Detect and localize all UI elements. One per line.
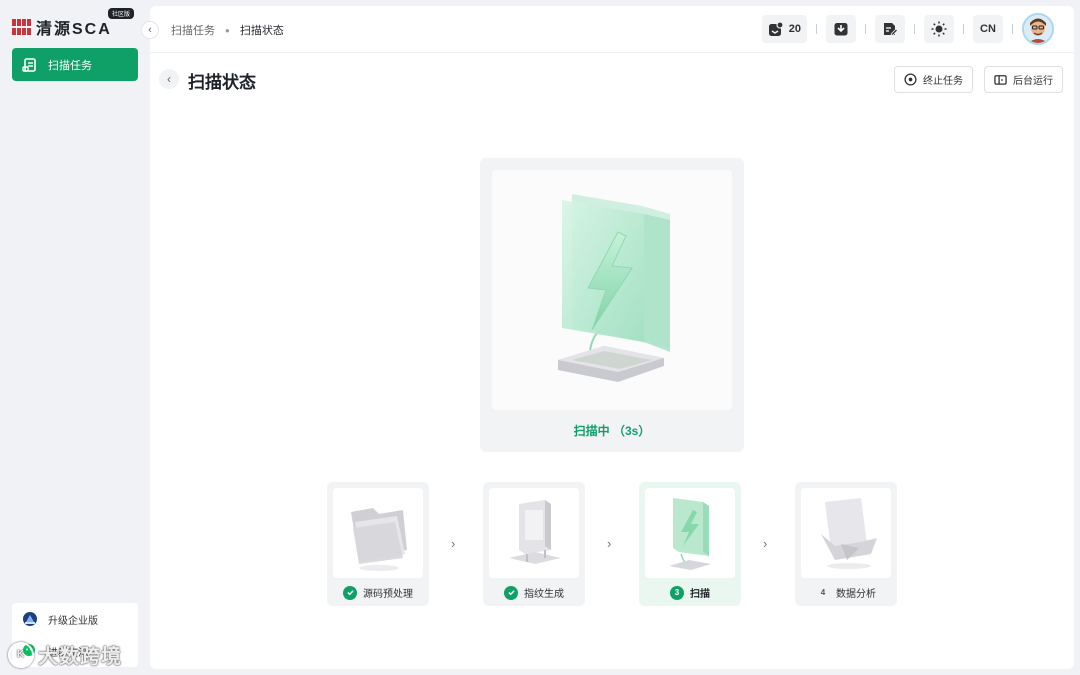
language-switch-button[interactable]: CN [973,15,1003,43]
stop-task-label: 终止任务 [923,76,963,87]
brand-logo[interactable]: 清源SCA 社区版 [12,8,135,40]
run-in-background-label: 后台运行 [1013,76,1053,87]
main-panel: 扫描任务 ● 扫描状态 20 CN ‹ 扫描状态 终止任务 后台运行 扫描中 （… [150,6,1074,669]
scan-lightning-icon [558,194,670,382]
toolbar-divider [816,24,817,34]
theme-toggle-button[interactable] [924,15,954,43]
chevron-left-icon: ‹ [167,72,171,86]
step-label: 3 扫描 [639,585,741,600]
notifications-button[interactable]: 20 [761,15,807,43]
step-illustration [801,488,891,578]
breadcrumb-item-current: 扫描状态 [239,25,284,37]
background-run-icon [994,75,1007,85]
breadcrumb-separator-icon: ● [225,25,230,35]
step-data-analysis: 4 数据分析 [795,482,897,606]
toolbar-divider [914,24,915,34]
watermark-text: 大数跨境 [38,646,122,668]
user-avatar[interactable] [1022,13,1054,45]
step-label-text: 扫描 [690,589,710,600]
stop-task-button[interactable]: 终止任务 [894,66,973,93]
upgrade-enterprise-link[interactable]: 升级企业版 [12,603,138,635]
step-source-preprocess: 源码预处理 [327,482,429,606]
edition-badge: 社区版 [108,8,135,19]
scan-status-card: 扫描中 （3s） [480,158,744,452]
chevron-right-icon: › [451,536,456,551]
watermark-logo-icon: K [8,641,34,668]
scanning-illustration [492,170,732,410]
avatar-face-icon [1024,15,1052,43]
notification-count: 20 [788,23,801,35]
toolbar-divider [963,24,964,34]
brand-name: 清源SCA [36,21,112,38]
document-stand-icon [821,498,877,569]
bell-box-icon [768,21,784,36]
sidebar-collapse-button[interactable]: ‹ [141,21,159,39]
step-illustration [489,488,579,578]
sidebar-item-scan-tasks[interactable]: 扫描任务 [12,48,138,81]
step-illustration [645,488,735,578]
download-button[interactable] [826,15,856,43]
download-box-icon [834,23,848,36]
top-bar: 扫描任务 ● 扫描状态 20 CN [150,6,1074,53]
server-icon [509,500,561,564]
upgrade-icon [23,612,37,626]
scan-status-text: 扫描中 （3s） [573,424,651,438]
page-title: 扫描状态 [188,73,256,92]
document-edit-button[interactable] [875,15,905,43]
sidebar-item-label: 扫描任务 [48,59,92,72]
step-label: 4 数据分析 [795,585,897,600]
check-circle-icon [504,585,518,600]
chevron-left-icon: ‹ [148,24,152,36]
step-fingerprint-generate: 指纹生成 [483,482,585,606]
step-scan: 3 扫描 [639,482,741,606]
toolbar-divider [1012,24,1013,34]
scroll-icon [22,57,36,72]
logo-mark-icon [12,19,32,35]
step-number-badge: 3 [670,585,684,600]
check-circle-icon [343,585,357,600]
step-label-text: 数据分析 [836,589,876,600]
back-button[interactable]: ‹ [159,69,179,89]
folder-icon [351,508,407,571]
toolbar-divider [865,24,866,34]
step-label: 指纹生成 [483,585,585,600]
step-label-text: 指纹生成 [524,589,564,600]
page-header: ‹ 扫描状态 终止任务 后台运行 [150,64,1074,98]
breadcrumb: 扫描任务 ● 扫描状态 [171,22,284,38]
scan-lightning-icon [669,498,711,570]
sun-icon [931,21,947,37]
chevron-right-icon: › [763,536,768,551]
watermark: K 大数跨境 [8,640,122,669]
run-in-background-button[interactable]: 后台运行 [984,66,1063,93]
breadcrumb-item-scan-tasks[interactable]: 扫描任务 [171,22,215,38]
upgrade-enterprise-label: 升级企业版 [48,615,98,627]
step-illustration [333,488,423,578]
step-label: 源码预处理 [327,585,429,600]
toolbar: 20 CN [761,13,1054,45]
document-edit-icon [884,23,898,37]
language-label: CN [980,23,996,35]
step-number-badge: 4 [820,588,826,597]
stop-circle-icon [904,73,917,86]
step-label-text: 源码预处理 [363,589,413,600]
sidebar: 清源SCA 社区版 扫描任务 升级企业版 进群交流 K 大数跨境 [0,0,150,675]
chevron-right-icon: › [607,536,612,551]
